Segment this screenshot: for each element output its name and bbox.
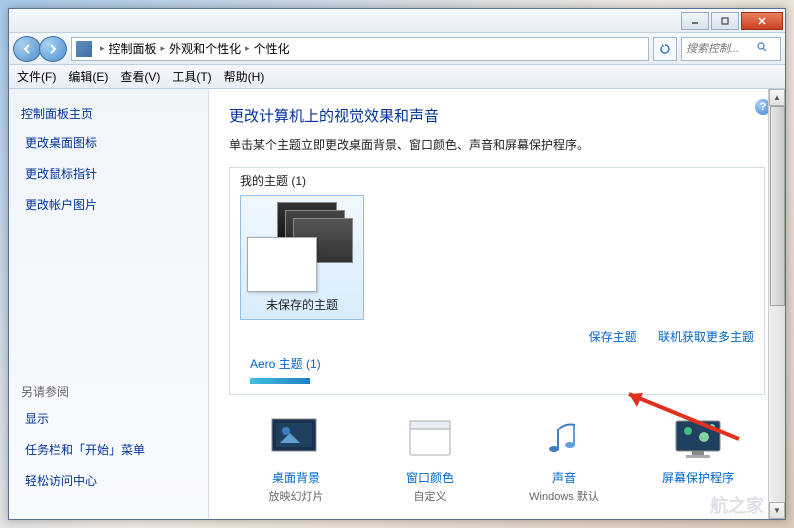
menu-help[interactable]: 帮助(H) (224, 68, 265, 85)
close-button[interactable] (741, 12, 783, 30)
page-title: 更改计算机上的视觉效果和声音 (229, 105, 765, 126)
breadcrumb[interactable]: ▸ 控制面板 ▸ 外观和个性化 ▸ 个性化 (71, 37, 649, 61)
chevron-right-icon: ▸ (100, 43, 105, 54)
menu-edit[interactable]: 编辑(E) (68, 68, 108, 85)
my-themes-group: 我的主题 (1) 未保存的主题 保存主题 联机获取更多主题 Aero 主题 (1… (229, 167, 765, 395)
theme-preview (247, 202, 357, 292)
menu-file[interactable]: 文件(F) (17, 68, 56, 85)
desktop-background-icon (266, 415, 326, 463)
page-desc: 单击某个主题立即更改桌面背景、窗口颜色、声音和屏幕保护程序。 (229, 136, 765, 153)
item-sublabel: 放映幻灯片 (241, 488, 351, 504)
sidebar-also-see-label: 另请参阅 (21, 383, 196, 400)
theme-actions: 保存主题 联机获取更多主题 (240, 328, 754, 345)
sounds-item[interactable]: 声音 Windows 默认 (509, 415, 619, 504)
screensaver-item[interactable]: 屏幕保护程序 (643, 415, 753, 504)
sidebar-link-account-picture[interactable]: 更改帐户图片 (21, 196, 196, 213)
forward-button[interactable] (39, 36, 67, 62)
item-label: 窗口颜色 (375, 469, 485, 486)
screensaver-icon (668, 415, 728, 463)
sidebar-link-ease-of-access[interactable]: 轻松访问中心 (21, 472, 196, 489)
sidebar-link-desktop-icons[interactable]: 更改桌面图标 (21, 134, 196, 151)
maximize-button[interactable] (711, 12, 739, 30)
titlebar (9, 9, 785, 33)
aero-themes-title: Aero 主题 (1) (240, 355, 754, 372)
sidebar-link-mouse-pointers[interactable]: 更改鼠标指针 (21, 165, 196, 182)
breadcrumb-item[interactable]: 个性化 (254, 40, 290, 57)
desktop-background-item[interactable]: 桌面背景 放映幻灯片 (241, 415, 351, 504)
search-input[interactable] (686, 43, 756, 55)
main: ? 更改计算机上的视觉效果和声音 单击某个主题立即更改桌面背景、窗口颜色、声音和… (209, 89, 785, 519)
breadcrumb-item[interactable]: 控制面板 (109, 40, 157, 57)
navbar: ▸ 控制面板 ▸ 外观和个性化 ▸ 个性化 (9, 33, 785, 65)
sidebar-home-link[interactable]: 控制面板主页 (21, 105, 196, 122)
save-theme-link[interactable]: 保存主题 (589, 330, 637, 344)
aero-themes-peek (250, 378, 310, 384)
control-panel-icon (76, 41, 92, 57)
bottom-row: 桌面背景 放映幻灯片 窗口颜色 自定义 声音 Windows 默认 (229, 415, 765, 504)
item-label: 声音 (509, 469, 619, 486)
refresh-button[interactable] (653, 37, 677, 61)
item-sublabel: 自定义 (375, 488, 485, 504)
item-label: 屏幕保护程序 (643, 469, 753, 486)
get-more-themes-link[interactable]: 联机获取更多主题 (658, 330, 754, 344)
theme-label: 未保存的主题 (247, 296, 357, 313)
scrollbar-thumb[interactable] (770, 106, 785, 306)
sidebar-link-taskbar[interactable]: 任务栏和「开始」菜单 (21, 441, 196, 458)
minimize-button[interactable] (681, 12, 709, 30)
my-themes-title: 我的主题 (1) (240, 172, 754, 189)
search-box[interactable] (681, 37, 781, 61)
breadcrumb-item[interactable]: 外观和个性化 (169, 40, 241, 57)
menubar: 文件(F) 编辑(E) 查看(V) 工具(T) 帮助(H) (9, 65, 785, 89)
menu-view[interactable]: 查看(V) (120, 68, 160, 85)
chevron-right-icon: ▸ (245, 43, 250, 54)
search-icon (756, 41, 768, 56)
sidebar: 控制面板主页 更改桌面图标 更改鼠标指针 更改帐户图片 另请参阅 显示 任务栏和… (9, 89, 209, 519)
item-label: 桌面背景 (241, 469, 351, 486)
menu-tools[interactable]: 工具(T) (172, 68, 211, 85)
scrollbar[interactable]: ▲ ▼ (768, 89, 785, 519)
scroll-up-button[interactable]: ▲ (769, 89, 785, 106)
item-sublabel: Windows 默认 (509, 488, 619, 504)
chevron-right-icon: ▸ (161, 43, 166, 54)
sidebar-link-display[interactable]: 显示 (21, 410, 196, 427)
theme-item-unsaved[interactable]: 未保存的主题 (240, 195, 364, 320)
sounds-icon (534, 415, 594, 463)
back-button[interactable] (13, 36, 41, 62)
nav-arrows (13, 36, 67, 62)
window-color-item[interactable]: 窗口颜色 自定义 (375, 415, 485, 504)
window-color-icon (400, 415, 460, 463)
scroll-down-button[interactable]: ▼ (769, 502, 785, 519)
content: 控制面板主页 更改桌面图标 更改鼠标指针 更改帐户图片 另请参阅 显示 任务栏和… (9, 89, 785, 519)
window: ▸ 控制面板 ▸ 外观和个性化 ▸ 个性化 文件(F) 编辑(E) 查看(V) … (8, 8, 786, 520)
